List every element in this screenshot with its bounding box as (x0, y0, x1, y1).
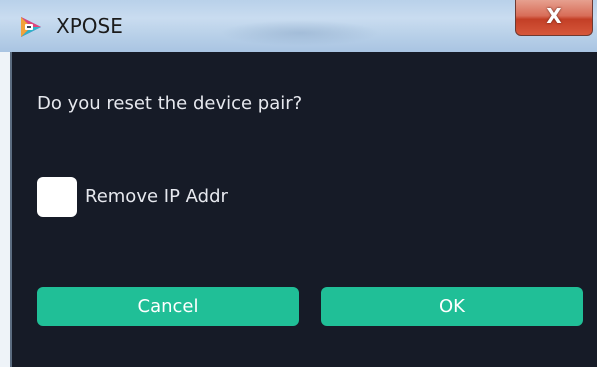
cancel-button[interactable]: Cancel (37, 287, 299, 326)
close-button[interactable]: X (515, 0, 593, 36)
close-icon: X (546, 4, 562, 28)
window-frame-edge (0, 52, 12, 367)
remove-ip-checkbox[interactable] (37, 177, 77, 217)
window-title: XPOSE (56, 14, 123, 38)
title-bar[interactable]: XPOSE X (0, 0, 597, 52)
dialog-window: XPOSE X Do you reset the device pair? Re… (0, 0, 597, 367)
remove-ip-label[interactable]: Remove IP Addr (85, 184, 228, 210)
xpose-app-icon (21, 17, 41, 37)
dialog-message: Do you reset the device pair? (37, 93, 303, 114)
ok-button[interactable]: OK (321, 287, 583, 326)
